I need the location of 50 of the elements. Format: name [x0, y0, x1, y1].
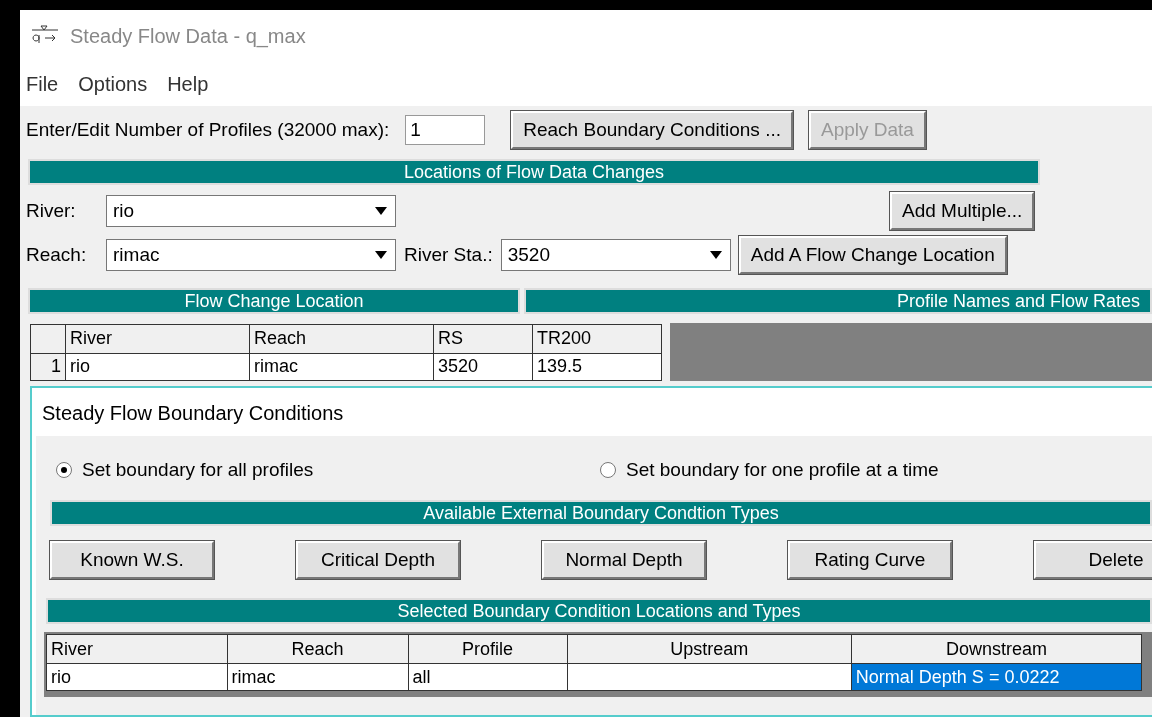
section-header: Available External Boundary Condtion Types: [50, 500, 1152, 526]
table-cell[interactable]: 139.5: [532, 353, 662, 380]
column-header: Profile: [408, 634, 568, 664]
column-header: RS: [433, 324, 533, 353]
river-label: River:: [26, 200, 77, 222]
menu-item[interactable]: Options: [78, 72, 148, 96]
dropdown-arrow-icon[interactable]: [373, 206, 389, 216]
boundary-type-button[interactable]: Known W.S.: [50, 541, 214, 579]
add-location-button[interactable]: Add A Flow Change Location: [738, 236, 1007, 274]
column-header: Upstream: [567, 634, 852, 664]
column-header: River: [65, 324, 250, 353]
table-cell[interactable]: rio: [65, 353, 250, 380]
reach-dropdown[interactable]: rimac: [106, 239, 396, 271]
column-header: TR200: [532, 324, 662, 353]
menu-item[interactable]: File: [26, 72, 59, 96]
table-cell[interactable]: 3520: [433, 353, 533, 380]
reach-label: Reach:: [26, 244, 88, 266]
table-cell[interactable]: rimac: [227, 663, 409, 691]
table-cell[interactable]: all: [408, 663, 568, 691]
dialog-title: Steady Flow Boundary Conditions: [41, 401, 345, 426]
column-header: River: [46, 634, 228, 664]
boundary-type-button[interactable]: Normal Depth: [542, 541, 706, 579]
column-header: Reach: [249, 324, 434, 353]
table-cell[interactable]: rimac: [249, 353, 434, 380]
menu-item[interactable]: Help: [167, 72, 209, 96]
window-title: Steady Flow Data - q_max: [70, 24, 306, 48]
boundary-type-button[interactable]: Delete: [1034, 541, 1152, 579]
table-cell[interactable]: rio: [46, 663, 228, 691]
dropdown-arrow-icon[interactable]: [707, 250, 724, 260]
boundary-type-button[interactable]: Critical Depth: [296, 541, 460, 579]
boundary-type-button[interactable]: Rating Curve: [788, 541, 952, 579]
dropdown-arrow-icon[interactable]: [373, 250, 389, 260]
row-number: 1: [30, 353, 66, 380]
section-header: Selected Boundary Condition Locations and Types: [46, 598, 1152, 624]
profiles-input[interactable]: 1: [405, 115, 486, 145]
river-station-dropdown[interactable]: 3520: [500, 239, 731, 271]
river-station-label: River Sta.:: [404, 244, 493, 266]
table-cell[interactable]: Normal Depth S = 0.0222: [851, 663, 1142, 691]
profiles-label: Enter/Edit Number of Profiles (32000 max):: [26, 119, 390, 141]
section-header: Flow Change Location: [28, 288, 520, 314]
column-header: Downstream: [851, 634, 1142, 664]
radio-option[interactable]: Set boundary for all profiles: [56, 459, 592, 481]
column-header: Reach: [227, 634, 409, 664]
table-cell[interactable]: [567, 663, 852, 691]
section-header: Locations of Flow Data Changes: [28, 159, 1040, 185]
toolbar-button[interactable]: Reach Boundary Conditions ...: [511, 111, 793, 149]
section-header: Profile Names and Flow Rates: [524, 288, 1152, 314]
radio-option[interactable]: Set boundary for one profile at a time: [600, 459, 939, 481]
add-multiple-button[interactable]: Add Multiple...: [890, 192, 1035, 230]
river-dropdown[interactable]: rio: [106, 195, 396, 227]
